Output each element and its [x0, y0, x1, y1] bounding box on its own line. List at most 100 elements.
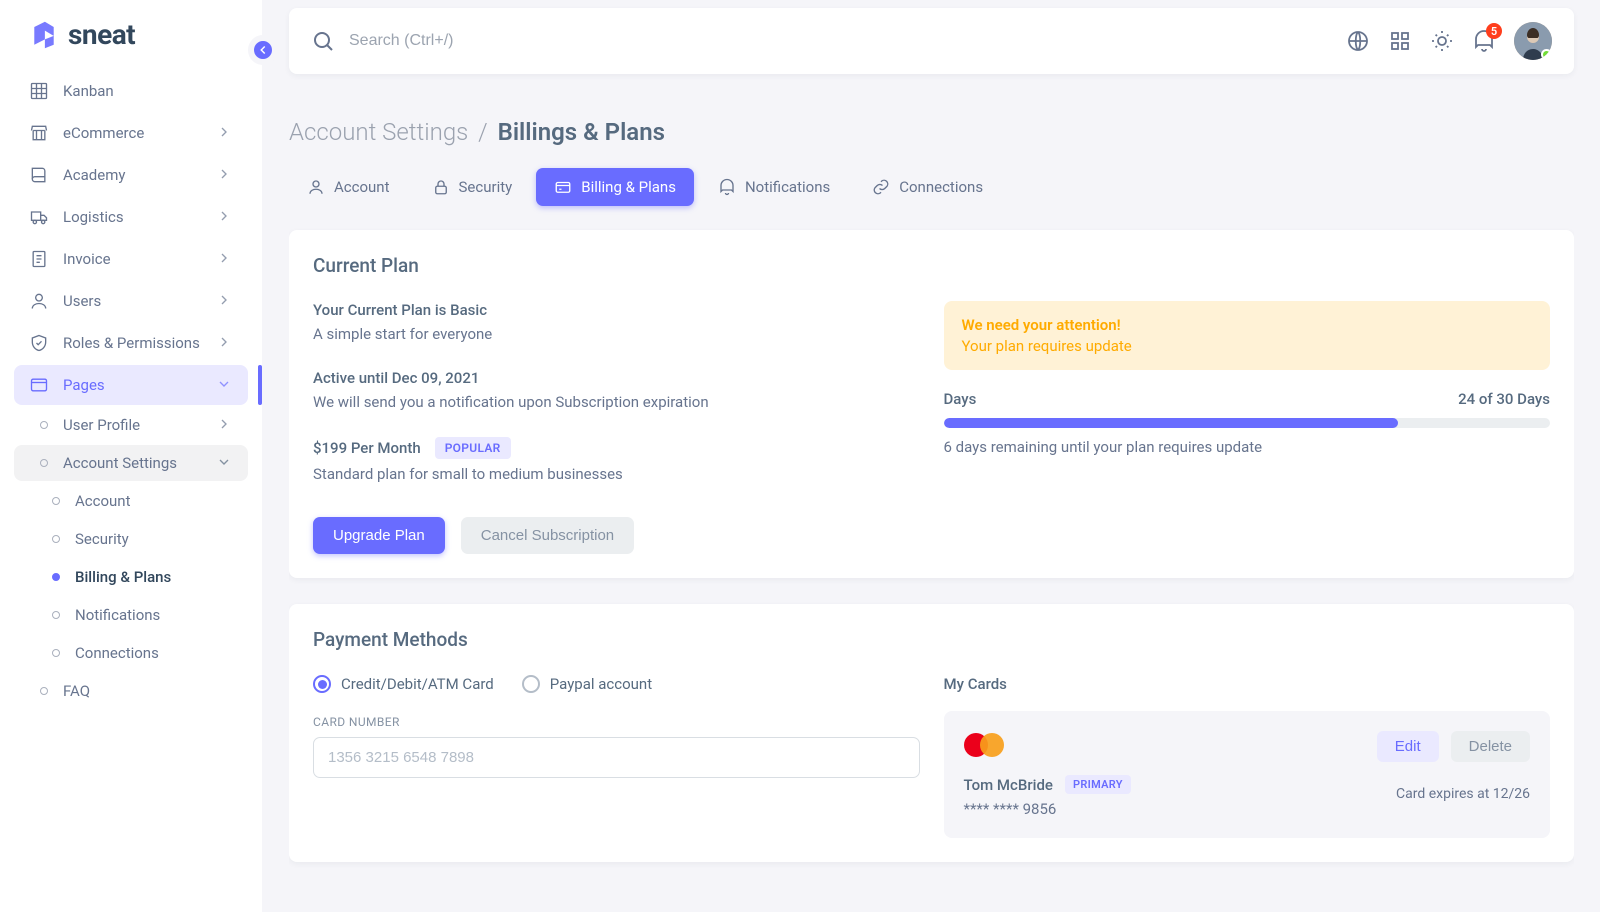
nav-kanban[interactable]: Kanban	[14, 71, 248, 111]
bell-icon	[718, 178, 736, 196]
card-owner: Tom McBride	[964, 776, 1053, 794]
nav-sub-account[interactable]: Account	[14, 483, 248, 519]
popular-badge: POPULAR	[435, 437, 511, 459]
nav-users[interactable]: Users	[14, 281, 248, 321]
nav-logistics[interactable]: Logistics	[14, 197, 248, 237]
plan-price-desc: Standard plan for small to medium busine…	[313, 465, 920, 483]
breadcrumb-current: Billings & Plans	[498, 118, 665, 146]
nav-ecommerce[interactable]: eCommerce	[14, 113, 248, 153]
lock-icon	[432, 178, 450, 196]
dot-icon	[52, 611, 60, 619]
breadcrumb-sep: /	[478, 118, 488, 146]
plan-active-until: Active until Dec 09, 2021	[313, 369, 920, 387]
radio-card[interactable]: Credit/Debit/ATM Card	[313, 675, 494, 693]
avatar[interactable]	[1514, 22, 1552, 60]
upgrade-plan-button[interactable]: Upgrade Plan	[313, 517, 445, 554]
status-indicator	[1541, 49, 1552, 60]
dot-icon	[52, 649, 60, 657]
link-icon	[872, 178, 890, 196]
nav-invoice[interactable]: Invoice	[14, 239, 248, 279]
chevron-down-icon	[216, 376, 234, 394]
topbar: 5	[289, 8, 1574, 74]
nav-pages[interactable]: Pages	[14, 365, 248, 405]
radio-paypal[interactable]: Paypal account	[522, 675, 652, 693]
chevron-right-icon	[216, 250, 234, 268]
chevron-left-icon	[256, 43, 270, 57]
dot-icon	[52, 497, 60, 505]
mastercard-icon	[964, 731, 1006, 759]
notifications-icon[interactable]: 5	[1472, 29, 1496, 53]
nav-academy[interactable]: Academy	[14, 155, 248, 195]
truck-icon	[28, 206, 50, 228]
plan-desc: A simple start for everyone	[313, 325, 920, 343]
edit-card-button[interactable]: Edit	[1377, 731, 1439, 762]
nav-sub-notifications[interactable]: Notifications	[14, 597, 248, 633]
alert-message: Your plan requires update	[962, 337, 1533, 355]
nav-sub-security[interactable]: Security	[14, 521, 248, 557]
current-plan-title: Current Plan	[313, 254, 1550, 277]
tab-notifications[interactable]: Notifications	[700, 168, 848, 206]
plan-expiry-note: We will send you a notification upon Sub…	[313, 393, 920, 411]
language-icon[interactable]	[1346, 29, 1370, 53]
card-number-label: CARD NUMBER	[313, 715, 920, 729]
plan-status: We need your attention! Your plan requir…	[944, 301, 1551, 483]
chevron-right-icon	[216, 334, 234, 352]
brand[interactable]: sneat	[0, 0, 262, 61]
nav-sub-account-settings: Account Security Billing & Plans Notific…	[14, 483, 248, 671]
current-plan-card: Current Plan Your Current Plan is Basic …	[289, 230, 1574, 578]
shield-icon	[28, 332, 50, 354]
dot-icon	[52, 573, 60, 581]
chevron-right-icon	[216, 292, 234, 310]
tab-billing[interactable]: Billing & Plans	[536, 168, 694, 206]
nav-sub-billing[interactable]: Billing & Plans	[14, 559, 248, 595]
search-input[interactable]	[349, 32, 1346, 50]
plan-price: $199 Per Month	[313, 439, 421, 457]
grid-icon	[28, 80, 50, 102]
content: Account Settings / Billings & Plans Acco…	[289, 92, 1574, 912]
chevron-right-icon	[216, 166, 234, 184]
search-icon[interactable]	[311, 29, 335, 53]
days-label: Days	[944, 390, 977, 408]
store-icon	[28, 122, 50, 144]
days-count: 24 of 30 Days	[1458, 390, 1550, 408]
notification-badge: 5	[1486, 23, 1502, 39]
tab-security[interactable]: Security	[414, 168, 531, 206]
saved-card: Tom McBride PRIMARY **** **** 9856 Edit …	[944, 711, 1551, 838]
days-remaining: 6 days remaining until your plan require…	[944, 438, 1551, 456]
nav-account-settings[interactable]: Account Settings	[14, 445, 248, 481]
nav-roles[interactable]: Roles & Permissions	[14, 323, 248, 363]
theme-icon[interactable]	[1430, 29, 1454, 53]
nav-sub-pages: User Profile Account Settings Account Se…	[14, 407, 248, 709]
tab-account[interactable]: Account	[289, 168, 408, 206]
breadcrumb-parent: Account Settings	[289, 118, 468, 146]
brand-logo-icon	[30, 20, 58, 50]
nav-faq[interactable]: FAQ	[14, 673, 248, 709]
sidebar-collapse-button[interactable]	[248, 35, 278, 65]
card-icon	[554, 178, 572, 196]
card-number-input[interactable]	[313, 737, 920, 778]
card-expiry: Card expires at 12/26	[1377, 786, 1530, 802]
radio-icon	[313, 675, 331, 693]
apps-icon[interactable]	[1388, 29, 1412, 53]
dot-icon	[40, 687, 48, 695]
delete-card-button[interactable]: Delete	[1451, 731, 1530, 762]
cancel-subscription-button[interactable]: Cancel Subscription	[461, 517, 634, 554]
nav-sub-connections[interactable]: Connections	[14, 635, 248, 671]
window-icon	[28, 374, 50, 396]
breadcrumb: Account Settings / Billings & Plans	[289, 118, 1574, 146]
add-card-form: Credit/Debit/ATM Card Paypal account CAR…	[313, 675, 920, 838]
radio-icon	[522, 675, 540, 693]
payment-methods-card: Payment Methods Credit/Debit/ATM Card Pa…	[289, 604, 1574, 862]
attention-alert: We need your attention! Your plan requir…	[944, 301, 1551, 370]
file-icon	[28, 248, 50, 270]
user-icon	[28, 290, 50, 312]
nav-user-profile[interactable]: User Profile	[14, 407, 248, 443]
payment-methods-title: Payment Methods	[313, 628, 1550, 651]
my-cards: My Cards Tom McBride PRIMARY **** **** 9…	[944, 675, 1551, 838]
tab-connections[interactable]: Connections	[854, 168, 1001, 206]
dot-icon	[40, 421, 48, 429]
dot-icon	[40, 459, 48, 467]
card-masked: **** **** 9856	[964, 800, 1131, 818]
my-cards-title: My Cards	[944, 675, 1551, 693]
chevron-down-icon	[216, 454, 234, 472]
